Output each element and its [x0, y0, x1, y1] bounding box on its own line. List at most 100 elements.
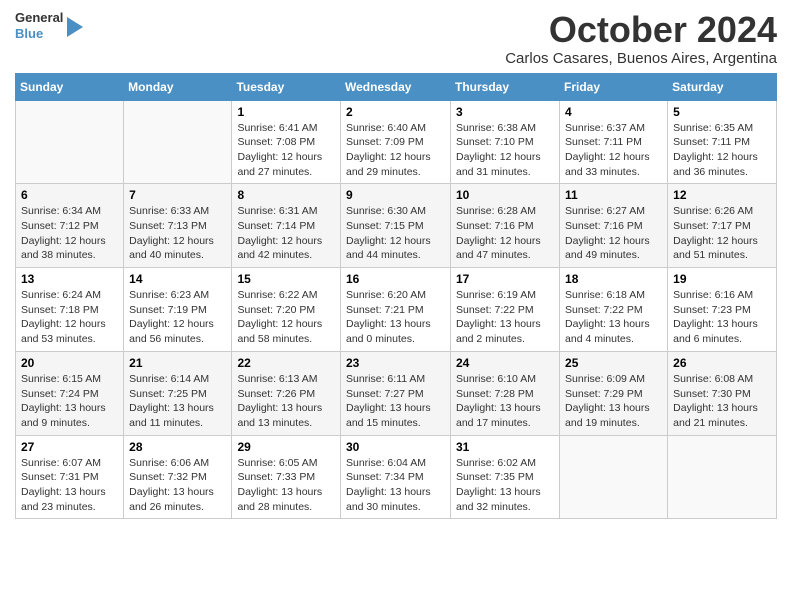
calendar-cell: 2 Sunrise: 6:40 AM Sunset: 7:09 PM Daylig…: [341, 100, 451, 184]
logo: General Blue: [15, 10, 83, 41]
day-number: 28: [129, 440, 226, 454]
day-number: 18: [565, 272, 662, 286]
day-number: 13: [21, 272, 118, 286]
calendar-cell: 22 Sunrise: 6:13 AM Sunset: 7:26 PM Dayli…: [232, 351, 341, 435]
calendar-cell: 26 Sunrise: 6:08 AM Sunset: 7:30 PM Dayli…: [668, 351, 777, 435]
day-info: Sunrise: 6:23 AM Sunset: 7:19 PM Dayligh…: [129, 288, 226, 347]
day-number: 1: [237, 105, 335, 119]
calendar-cell: 14 Sunrise: 6:23 AM Sunset: 7:19 PM Dayli…: [124, 268, 232, 352]
day-number: 3: [456, 105, 554, 119]
day-number: 23: [346, 356, 445, 370]
day-info: Sunrise: 6:02 AM Sunset: 7:35 PM Dayligh…: [456, 456, 554, 515]
week-row-1: 1 Sunrise: 6:41 AM Sunset: 7:08 PM Daylig…: [16, 100, 777, 184]
logo-arrow-icon: [67, 17, 83, 37]
calendar-cell: 29 Sunrise: 6:05 AM Sunset: 7:33 PM Dayli…: [232, 435, 341, 519]
day-number: 22: [237, 356, 335, 370]
calendar-cell: 16 Sunrise: 6:20 AM Sunset: 7:21 PM Dayli…: [341, 268, 451, 352]
day-info: Sunrise: 6:14 AM Sunset: 7:25 PM Dayligh…: [129, 372, 226, 431]
calendar-cell: 19Sunrise: 6:16 AM Sunset: 7:23 PM Dayli…: [668, 268, 777, 352]
calendar-cell: 17 Sunrise: 6:19 AM Sunset: 7:22 PM Dayli…: [451, 268, 560, 352]
calendar-table: SundayMondayTuesdayWednesdayThursdayFrid…: [15, 73, 777, 520]
day-info: Sunrise: 6:40 AM Sunset: 7:09 PM Dayligh…: [346, 121, 445, 180]
calendar-cell: 10 Sunrise: 6:28 AM Sunset: 7:16 PM Dayli…: [451, 184, 560, 268]
day-header-tuesday: Tuesday: [232, 73, 341, 100]
day-info: Sunrise: 6:04 AM Sunset: 7:34 PM Dayligh…: [346, 456, 445, 515]
title-block: October 2024 Carlos Casares, Buenos Aire…: [505, 10, 777, 67]
day-header-monday: Monday: [124, 73, 232, 100]
calendar-cell: 7 Sunrise: 6:33 AM Sunset: 7:13 PM Daylig…: [124, 184, 232, 268]
day-number: 25: [565, 356, 662, 370]
calendar-cell: 28 Sunrise: 6:06 AM Sunset: 7:32 PM Dayli…: [124, 435, 232, 519]
calendar-cell: 18Sunrise: 6:18 AM Sunset: 7:22 PM Dayli…: [560, 268, 668, 352]
day-info: Sunrise: 6:20 AM Sunset: 7:21 PM Dayligh…: [346, 288, 445, 347]
day-info: Sunrise: 6:28 AM Sunset: 7:16 PM Dayligh…: [456, 204, 554, 263]
day-number: 9: [346, 188, 445, 202]
day-number: 6: [21, 188, 118, 202]
day-info: Sunrise: 6:09 AM Sunset: 7:29 PM Dayligh…: [565, 372, 662, 431]
calendar-cell: 12 Sunrise: 6:26 AM Sunset: 7:17 PM Dayli…: [668, 184, 777, 268]
day-info: Sunrise: 6:24 AM Sunset: 7:18 PM Dayligh…: [21, 288, 118, 347]
calendar-cell: 11Sunrise: 6:27 AM Sunset: 7:16 PM Dayli…: [560, 184, 668, 268]
day-info: Sunrise: 6:08 AM Sunset: 7:30 PM Dayligh…: [673, 372, 771, 431]
day-info: Sunrise: 6:35 AM Sunset: 7:11 PM Dayligh…: [673, 121, 771, 180]
day-header-wednesday: Wednesday: [341, 73, 451, 100]
day-number: 24: [456, 356, 554, 370]
day-number: 29: [237, 440, 335, 454]
day-number: 16: [346, 272, 445, 286]
month-title: October 2024: [505, 10, 777, 50]
day-info: Sunrise: 6:10 AM Sunset: 7:28 PM Dayligh…: [456, 372, 554, 431]
day-info: Sunrise: 6:38 AM Sunset: 7:10 PM Dayligh…: [456, 121, 554, 180]
day-number: 27: [21, 440, 118, 454]
day-info: Sunrise: 6:34 AM Sunset: 7:12 PM Dayligh…: [21, 204, 118, 263]
calendar-cell: 1 Sunrise: 6:41 AM Sunset: 7:08 PM Daylig…: [232, 100, 341, 184]
day-number: 15: [237, 272, 335, 286]
day-info: Sunrise: 6:22 AM Sunset: 7:20 PM Dayligh…: [237, 288, 335, 347]
day-info: Sunrise: 6:16 AM Sunset: 7:23 PM Dayligh…: [673, 288, 771, 347]
day-number: 17: [456, 272, 554, 286]
day-number: 14: [129, 272, 226, 286]
day-header-sunday: Sunday: [16, 73, 124, 100]
day-number: 8: [237, 188, 335, 202]
calendar-cell: 5 Sunrise: 6:35 AM Sunset: 7:11 PM Daylig…: [668, 100, 777, 184]
calendar-cell: 13 Sunrise: 6:24 AM Sunset: 7:18 PM Dayli…: [16, 268, 124, 352]
calendar-cell: 21Sunrise: 6:14 AM Sunset: 7:25 PM Dayli…: [124, 351, 232, 435]
calendar-cell: 3 Sunrise: 6:38 AM Sunset: 7:10 PM Daylig…: [451, 100, 560, 184]
calendar-cell: 6 Sunrise: 6:34 AM Sunset: 7:12 PM Daylig…: [16, 184, 124, 268]
page-header: General Blue October 2024 Carlos Casares…: [15, 10, 777, 67]
calendar-cell: 30 Sunrise: 6:04 AM Sunset: 7:34 PM Dayli…: [341, 435, 451, 519]
day-info: Sunrise: 6:13 AM Sunset: 7:26 PM Dayligh…: [237, 372, 335, 431]
calendar-cell: [668, 435, 777, 519]
calendar-cell: [124, 100, 232, 184]
day-info: Sunrise: 6:30 AM Sunset: 7:15 PM Dayligh…: [346, 204, 445, 263]
day-number: 30: [346, 440, 445, 454]
day-number: 31: [456, 440, 554, 454]
calendar-cell: 8 Sunrise: 6:31 AM Sunset: 7:14 PM Daylig…: [232, 184, 341, 268]
day-number: 26: [673, 356, 771, 370]
day-info: Sunrise: 6:05 AM Sunset: 7:33 PM Dayligh…: [237, 456, 335, 515]
week-row-5: 27Sunrise: 6:07 AM Sunset: 7:31 PM Dayli…: [16, 435, 777, 519]
day-number: 5: [673, 105, 771, 119]
day-number: 2: [346, 105, 445, 119]
day-info: Sunrise: 6:33 AM Sunset: 7:13 PM Dayligh…: [129, 204, 226, 263]
day-info: Sunrise: 6:11 AM Sunset: 7:27 PM Dayligh…: [346, 372, 445, 431]
day-info: Sunrise: 6:06 AM Sunset: 7:32 PM Dayligh…: [129, 456, 226, 515]
day-info: Sunrise: 6:31 AM Sunset: 7:14 PM Dayligh…: [237, 204, 335, 263]
day-info: Sunrise: 6:26 AM Sunset: 7:17 PM Dayligh…: [673, 204, 771, 263]
day-number: 12: [673, 188, 771, 202]
day-number: 7: [129, 188, 226, 202]
day-header-saturday: Saturday: [668, 73, 777, 100]
calendar-cell: 4Sunrise: 6:37 AM Sunset: 7:11 PM Daylig…: [560, 100, 668, 184]
calendar-cell: 24 Sunrise: 6:10 AM Sunset: 7:28 PM Dayli…: [451, 351, 560, 435]
day-info: Sunrise: 6:19 AM Sunset: 7:22 PM Dayligh…: [456, 288, 554, 347]
week-row-3: 13 Sunrise: 6:24 AM Sunset: 7:18 PM Dayli…: [16, 268, 777, 352]
day-number: 20: [21, 356, 118, 370]
calendar-cell: 25 Sunrise: 6:09 AM Sunset: 7:29 PM Dayli…: [560, 351, 668, 435]
day-header-thursday: Thursday: [451, 73, 560, 100]
day-header-friday: Friday: [560, 73, 668, 100]
day-number: 4: [565, 105, 662, 119]
day-number: 11: [565, 188, 662, 202]
calendar-cell: 15 Sunrise: 6:22 AM Sunset: 7:20 PM Dayli…: [232, 268, 341, 352]
logo-line2: Blue: [15, 26, 63, 42]
day-info: Sunrise: 6:41 AM Sunset: 7:08 PM Dayligh…: [237, 121, 335, 180]
day-number: 10: [456, 188, 554, 202]
